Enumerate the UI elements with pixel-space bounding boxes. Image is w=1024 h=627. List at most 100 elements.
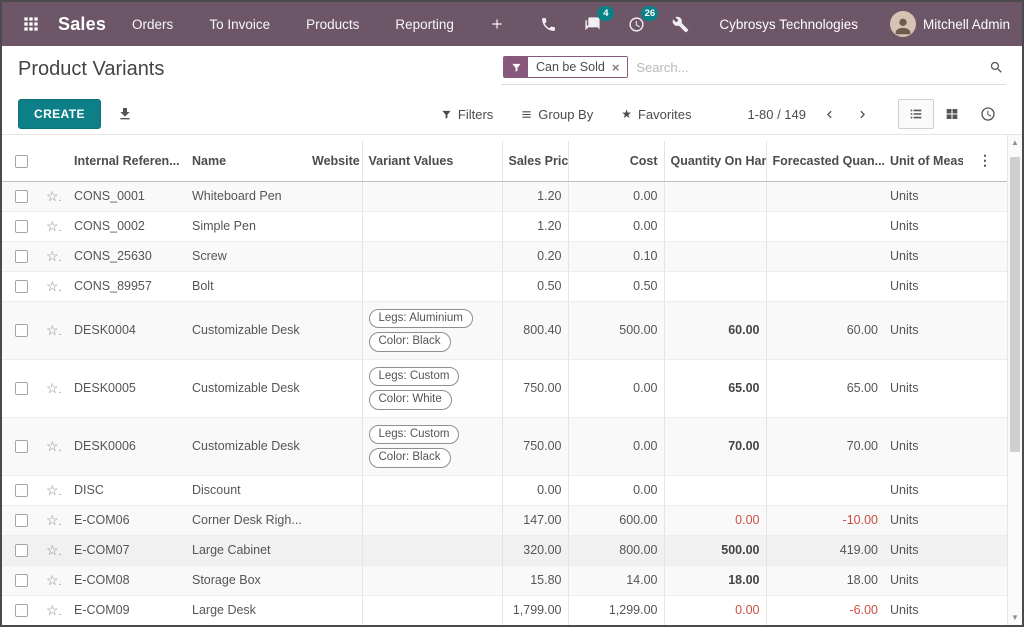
row-checkbox[interactable] bbox=[15, 440, 28, 453]
table-row[interactable]: ☆DESK0004Customizable DeskLegs: Aluminiu… bbox=[2, 301, 1007, 359]
col-variant-values[interactable]: Variant Values bbox=[362, 141, 502, 181]
nav-item-products[interactable]: Products bbox=[306, 17, 359, 32]
row-checkbox[interactable] bbox=[15, 250, 28, 263]
search-input[interactable] bbox=[628, 60, 989, 75]
name-cell[interactable]: Simple Pen bbox=[186, 211, 306, 241]
kanban-view-button[interactable] bbox=[934, 99, 970, 129]
facet-remove-icon[interactable]: × bbox=[612, 61, 620, 74]
priority-star-icon[interactable]: ☆ bbox=[46, 278, 62, 294]
filters-button[interactable]: Filters bbox=[441, 107, 493, 122]
table-row[interactable]: ☆CONS_25630Screw0.200.10Units bbox=[2, 241, 1007, 271]
name-cell[interactable]: Whiteboard Pen bbox=[186, 181, 306, 211]
group-by-button[interactable]: Group By bbox=[521, 107, 593, 122]
col-cost[interactable]: Cost bbox=[568, 141, 664, 181]
table-row[interactable]: ☆CONS_0002Simple Pen1.200.00Units bbox=[2, 211, 1007, 241]
pager-next-icon[interactable] bbox=[855, 107, 870, 122]
filter-facet[interactable]: Can be Sold × bbox=[503, 56, 628, 78]
internal-reference-cell[interactable]: CONS_25630 bbox=[68, 241, 186, 271]
priority-star-icon[interactable]: ☆ bbox=[46, 602, 62, 618]
scroll-down-icon[interactable]: ▼ bbox=[1008, 613, 1022, 622]
optional-columns-icon[interactable]: ⋮ bbox=[963, 141, 1007, 181]
name-cell[interactable]: Bolt bbox=[186, 271, 306, 301]
row-checkbox[interactable] bbox=[15, 190, 28, 203]
col-name[interactable]: Name bbox=[186, 141, 306, 181]
phone-icon[interactable] bbox=[537, 13, 559, 35]
nav-item-to-invoice[interactable]: To Invoice bbox=[209, 17, 270, 32]
row-checkbox[interactable] bbox=[15, 604, 28, 617]
col-website[interactable]: Website bbox=[306, 141, 362, 181]
name-cell[interactable]: Storage Box bbox=[186, 565, 306, 595]
user-menu[interactable]: Mitchell Admin bbox=[890, 11, 1010, 37]
internal-reference-cell[interactable]: E-COM07 bbox=[68, 535, 186, 565]
name-cell[interactable]: Large Cabinet bbox=[186, 535, 306, 565]
export-download-icon[interactable] bbox=[117, 106, 133, 122]
name-cell[interactable]: Large Desk bbox=[186, 595, 306, 625]
internal-reference-cell[interactable]: DESK0005 bbox=[68, 359, 186, 417]
table-row[interactable]: ☆E-COM06Corner Desk Righ...147.00600.000… bbox=[2, 505, 1007, 535]
name-cell[interactable]: Customizable Desk bbox=[186, 359, 306, 417]
name-cell[interactable]: Screw bbox=[186, 241, 306, 271]
plus-icon[interactable] bbox=[490, 17, 504, 31]
internal-reference-cell[interactable]: E-COM09 bbox=[68, 595, 186, 625]
priority-star-icon[interactable]: ☆ bbox=[46, 380, 62, 396]
messages-icon[interactable]: 4 bbox=[581, 13, 603, 35]
app-name[interactable]: Sales bbox=[58, 14, 106, 35]
nav-item-reporting[interactable]: Reporting bbox=[395, 17, 454, 32]
priority-star-icon[interactable]: ☆ bbox=[46, 482, 62, 498]
company-name[interactable]: Cybrosys Technologies bbox=[719, 17, 858, 32]
search-bar[interactable]: Can be Sold × bbox=[501, 54, 1006, 85]
pager-prev-icon[interactable] bbox=[822, 107, 837, 122]
row-checkbox[interactable] bbox=[15, 324, 28, 337]
row-checkbox[interactable] bbox=[15, 544, 28, 557]
search-icon[interactable] bbox=[989, 60, 1004, 75]
name-cell[interactable]: Customizable Desk bbox=[186, 301, 306, 359]
priority-star-icon[interactable]: ☆ bbox=[46, 572, 62, 588]
activity-view-button[interactable] bbox=[970, 99, 1006, 129]
priority-star-icon[interactable]: ☆ bbox=[46, 438, 62, 454]
name-cell[interactable]: Discount bbox=[186, 475, 306, 505]
priority-star-icon[interactable]: ☆ bbox=[46, 248, 62, 264]
apps-grid-icon[interactable] bbox=[14, 7, 48, 41]
table-row[interactable]: ☆DISCDiscount0.000.00Units bbox=[2, 475, 1007, 505]
table-row[interactable]: ☆DESK0005Customizable DeskLegs: CustomCo… bbox=[2, 359, 1007, 417]
internal-reference-cell[interactable]: CONS_0002 bbox=[68, 211, 186, 241]
name-cell[interactable]: Customizable Desk bbox=[186, 417, 306, 475]
name-cell[interactable]: Corner Desk Righ... bbox=[186, 505, 306, 535]
table-row[interactable]: ☆CONS_89957Bolt0.500.50Units bbox=[2, 271, 1007, 301]
internal-reference-cell[interactable]: E-COM06 bbox=[68, 505, 186, 535]
priority-star-icon[interactable]: ☆ bbox=[46, 188, 62, 204]
internal-reference-cell[interactable]: E-COM08 bbox=[68, 565, 186, 595]
col-qty-on-hand[interactable]: Quantity On Hand bbox=[664, 141, 766, 181]
internal-reference-cell[interactable]: CONS_0001 bbox=[68, 181, 186, 211]
priority-star-icon[interactable]: ☆ bbox=[46, 542, 62, 558]
table-row[interactable]: ☆DESK0006Customizable DeskLegs: CustomCo… bbox=[2, 417, 1007, 475]
row-checkbox[interactable] bbox=[15, 514, 28, 527]
internal-reference-cell[interactable]: CONS_89957 bbox=[68, 271, 186, 301]
col-internal-reference[interactable]: Internal Referen... bbox=[68, 141, 186, 181]
tools-wrench-icon[interactable] bbox=[669, 13, 691, 35]
create-button[interactable]: CREATE bbox=[18, 99, 101, 129]
row-checkbox[interactable] bbox=[15, 484, 28, 497]
priority-star-icon[interactable]: ☆ bbox=[46, 218, 62, 234]
table-row[interactable]: ☆E-COM09Large Desk1,799.001,299.000.00-6… bbox=[2, 595, 1007, 625]
scrollbar-thumb[interactable] bbox=[1010, 157, 1020, 452]
table-row[interactable]: ☆E-COM08Storage Box15.8014.0018.0018.00U… bbox=[2, 565, 1007, 595]
nav-item-orders[interactable]: Orders bbox=[132, 17, 173, 32]
list-view-button[interactable] bbox=[898, 99, 934, 129]
table-row[interactable]: ☆E-COM07Large Cabinet320.00800.00500.004… bbox=[2, 535, 1007, 565]
internal-reference-cell[interactable]: DISC bbox=[68, 475, 186, 505]
internal-reference-cell[interactable]: DESK0006 bbox=[68, 417, 186, 475]
row-checkbox[interactable] bbox=[15, 280, 28, 293]
scroll-up-icon[interactable]: ▲ bbox=[1008, 138, 1022, 147]
priority-star-icon[interactable]: ☆ bbox=[46, 322, 62, 338]
col-uom[interactable]: Unit of Meas... bbox=[884, 141, 963, 181]
col-sales-price[interactable]: Sales Price bbox=[502, 141, 568, 181]
internal-reference-cell[interactable]: DESK0004 bbox=[68, 301, 186, 359]
vertical-scrollbar[interactable]: ▲ ▼ bbox=[1007, 135, 1022, 625]
table-row[interactable]: ☆CONS_0001Whiteboard Pen1.200.00Units bbox=[2, 181, 1007, 211]
select-all-checkbox[interactable] bbox=[15, 155, 28, 168]
row-checkbox[interactable] bbox=[15, 574, 28, 587]
col-forecasted[interactable]: Forecasted Quan... bbox=[766, 141, 884, 181]
activities-clock-icon[interactable]: 26 bbox=[625, 13, 647, 35]
row-checkbox[interactable] bbox=[15, 220, 28, 233]
